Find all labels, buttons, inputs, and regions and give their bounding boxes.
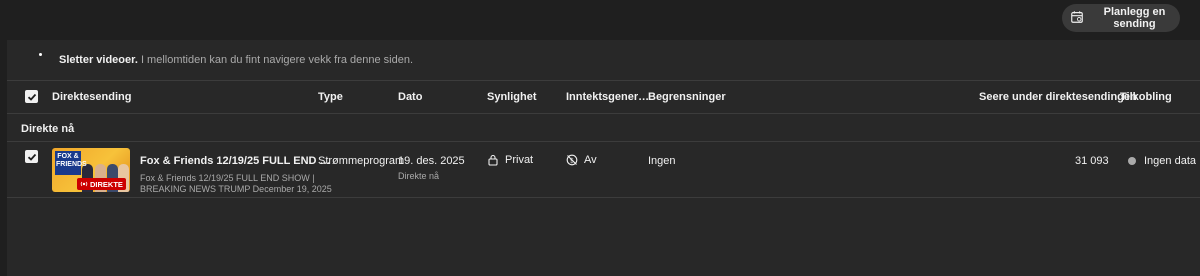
visibility-label: Privat (505, 154, 534, 166)
viewers-value: 31 093 (1075, 155, 1109, 167)
live-broadcast-icon (80, 181, 88, 187)
table-row[interactable]: FOX & FRIENDS DIREKTE Fox & Friends 12/1… (7, 142, 1200, 197)
notice-message: I mellomtiden kan du fint navigere vekk … (140, 54, 414, 66)
visibility-value[interactable]: Privat (487, 154, 533, 166)
video-description-line: BREAKING NEWS TRUMP December 19, 2025 (140, 184, 332, 194)
col-type[interactable]: Type (318, 91, 343, 103)
top-bar: Planlegg en sending (0, 0, 1200, 40)
col-connection[interactable]: Tilkobling (1120, 91, 1172, 103)
spinner-icon (39, 53, 42, 56)
date-value: 19. des. 2025 (398, 155, 465, 167)
live-content-page: Planlegg en sending Sletter videoer. I m… (0, 0, 1200, 276)
deleting-notice: Sletter videoer. I mellomtiden kan du fi… (7, 40, 1200, 80)
monetization-label: Av (584, 154, 597, 166)
lock-icon (488, 155, 498, 166)
col-visibility[interactable]: Synlighet (487, 91, 537, 103)
checkmark-icon (27, 93, 36, 101)
col-stream[interactable]: Direktesending (52, 91, 131, 103)
schedule-button-label: Planlegg en sending (1103, 6, 1166, 30)
divider (7, 113, 1200, 114)
col-date[interactable]: Dato (398, 91, 422, 103)
content-panel: Sletter videoer. I mellomtiden kan du fi… (7, 40, 1200, 276)
video-title[interactable]: Fox & Friends 12/19/25 FULL END … (140, 155, 331, 167)
notice-text: Sletter videoer. I mellomtiden kan du fi… (59, 54, 413, 66)
col-viewers[interactable]: Seere under direktesendingen (979, 91, 1137, 103)
monetization-off-icon: $ (566, 154, 578, 166)
col-monetization[interactable]: Inntektsgener… (566, 91, 649, 103)
divider (7, 197, 1200, 198)
select-all-checkbox[interactable] (25, 90, 38, 103)
live-badge-label: DIREKTE (90, 179, 123, 189)
notice-bold: Sletter videoer. (59, 54, 138, 66)
live-badge: DIREKTE (77, 178, 126, 190)
show-logo: FOX & FRIENDS (55, 151, 87, 175)
video-thumbnail[interactable]: FOX & FRIENDS DIREKTE (52, 148, 130, 192)
calendar-icon (1070, 10, 1084, 27)
table-header: Direktesending Type Dato Synlighet Innte… (7, 81, 1200, 113)
restrictions-value: Ingen (648, 155, 676, 167)
row-checkbox[interactable] (25, 150, 38, 163)
type-value: Strømmeprogram (318, 155, 405, 167)
col-restrictions[interactable]: Begrensninger (648, 91, 726, 103)
video-description-line: Fox & Friends 12/19/25 FULL END SHOW | (140, 173, 315, 183)
connection-value: Ingen data (1144, 155, 1196, 167)
connection-status-icon (1128, 157, 1136, 165)
schedule-stream-button[interactable]: Planlegg en sending (1062, 4, 1180, 32)
checkmark-icon (27, 153, 36, 161)
section-label-live-now: Direkte nå (21, 123, 75, 135)
date-status: Direkte nå (398, 171, 440, 181)
monetization-value[interactable]: $ Av (566, 154, 597, 166)
